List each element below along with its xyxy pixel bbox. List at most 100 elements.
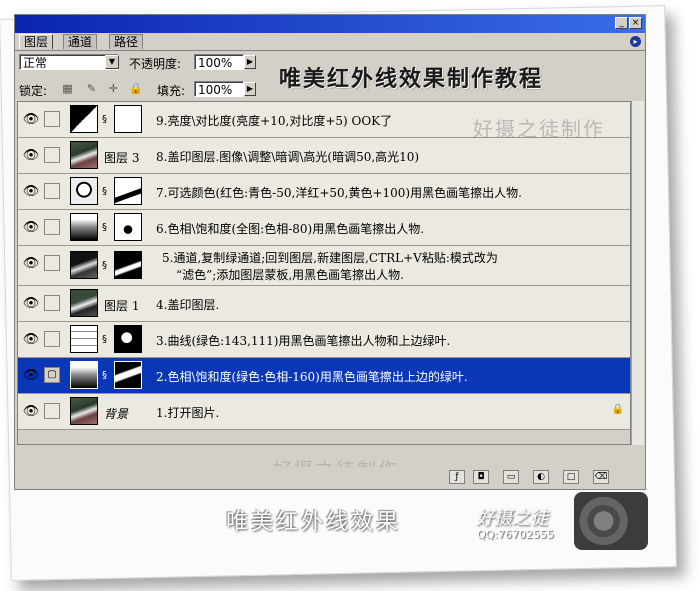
- opacity-input[interactable]: 100%: [194, 54, 244, 70]
- author-qq: QQ:76702555: [477, 528, 555, 541]
- layer-description-line2: “滤色”;添加图层蒙板,用黑色画笔擦出人物.: [176, 268, 404, 282]
- link-icon: §: [102, 260, 107, 271]
- lock-paint-icon[interactable]: ✎: [85, 82, 98, 95]
- layer-description: 9.亮度\对比度(亮度+10,对比度+5) OOK了: [156, 114, 393, 128]
- layer-row[interactable]: 👁 § 5.通道,复制绿通道;回到图层,新建图层,CTRL+V粘贴:模式改为 “…: [18, 246, 630, 286]
- layer-name[interactable]: 图层 3: [104, 149, 139, 166]
- layer-description: 3.曲线(绿色:143,111)用黑色画笔擦出人物和上边绿叶.: [156, 334, 451, 348]
- palette-titlebar: _ ×: [15, 15, 645, 33]
- tutorial-title: 唯美红外线效果制作教程: [279, 66, 544, 92]
- palette-toolbar: ƒ ◘ ▭ ◐ □ ⌫: [17, 467, 643, 487]
- footer-caption: 唯美红外线效果: [226, 510, 402, 535]
- eye-icon[interactable]: 👁: [22, 367, 40, 385]
- eye-icon[interactable]: 👁: [22, 331, 40, 349]
- watermark-top: 好摄之徒制作: [473, 117, 605, 141]
- layer-mask-thumb[interactable]: [114, 177, 142, 205]
- layer-mask-thumb[interactable]: [114, 251, 142, 279]
- author-logo: 好摄之徒: [476, 508, 548, 529]
- layer-link-box[interactable]: [44, 295, 60, 311]
- curves-icon[interactable]: [70, 325, 98, 353]
- eye-icon[interactable]: 👁: [22, 219, 40, 237]
- layer-link-box[interactable]: [44, 255, 60, 271]
- layer-thumb[interactable]: [70, 397, 98, 425]
- layer-name[interactable]: 图层 1: [104, 297, 139, 314]
- brightness-adjustment-icon[interactable]: [70, 105, 98, 133]
- lock-transparency-icon[interactable]: ▦: [61, 82, 74, 95]
- layer-row[interactable]: 👁 图层 3 8.盖印图层.图像\调整\暗调\高光(暗调50,高光10): [18, 138, 630, 174]
- opacity-value: 100%: [198, 56, 233, 70]
- layer-description: 1.打开图片.: [156, 406, 220, 420]
- camera-photo: [574, 492, 648, 550]
- lock-icon: 🔒: [611, 404, 624, 415]
- opacity-slider-button[interactable]: ▶: [244, 55, 256, 69]
- layer-link-box[interactable]: [44, 403, 60, 419]
- opacity-label: 不透明度:: [129, 57, 182, 71]
- hue-saturation-icon[interactable]: [70, 213, 98, 241]
- layer-description: 7.可选颜色(红色:青色-50,洋红+50,黄色+100)用黑色画笔擦出人物.: [156, 186, 522, 200]
- tab-layers[interactable]: 图层: [19, 34, 54, 49]
- link-icon: §: [102, 222, 107, 233]
- fill-slider-button[interactable]: ▶: [244, 82, 256, 96]
- fill-input[interactable]: 100%: [194, 81, 244, 97]
- layer-description: 8.盖印图层.图像\调整\暗调\高光(暗调50,高光10): [156, 150, 420, 164]
- new-adjustment-icon[interactable]: ◐: [533, 470, 549, 484]
- layer-mask-thumb[interactable]: [114, 361, 142, 389]
- new-layer-icon[interactable]: □: [563, 470, 579, 484]
- palette-tabs: 图层 通道 路径 ▸: [15, 33, 645, 51]
- fill-label: 填充:: [157, 84, 186, 98]
- add-mask-icon[interactable]: ◘: [473, 470, 489, 484]
- trash-icon[interactable]: ⌫: [593, 470, 609, 484]
- layer-thumb[interactable]: [70, 251, 98, 279]
- link-icon: §: [102, 370, 107, 381]
- fill-value: 100%: [198, 83, 233, 97]
- layers-scrollbar[interactable]: [631, 101, 644, 445]
- layer-link-box[interactable]: [44, 111, 60, 127]
- layer-row[interactable]: 👁 图层 1 4.盖印图层.: [18, 286, 630, 322]
- layer-row[interactable]: 👁 背景 1.打开图片. 🔒: [18, 394, 630, 430]
- layer-row[interactable]: 👁 § 3.曲线(绿色:143,111)用黑色画笔擦出人物和上边绿叶.: [18, 322, 630, 358]
- layer-thumb[interactable]: [70, 141, 98, 169]
- eye-icon[interactable]: 👁: [22, 403, 40, 421]
- layer-link-box[interactable]: ▢: [44, 367, 60, 383]
- layer-mask-thumb[interactable]: [114, 213, 142, 241]
- tab-channels[interactable]: 通道: [63, 34, 98, 49]
- layer-mask-thumb[interactable]: [114, 325, 142, 353]
- eye-icon[interactable]: 👁: [22, 295, 40, 313]
- blend-mode-value: 正常: [23, 56, 48, 70]
- palette-menu-icon[interactable]: ▸: [630, 36, 641, 47]
- eye-icon[interactable]: 👁: [22, 183, 40, 201]
- close-button[interactable]: ×: [629, 17, 642, 29]
- new-group-icon[interactable]: ▭: [503, 470, 519, 484]
- layer-description: 4.盖印图层.: [156, 298, 220, 312]
- layer-description: 6.色相\饱和度(全图:色相-80)用黑色画笔擦出人物.: [156, 222, 425, 236]
- layer-link-box[interactable]: [44, 219, 60, 235]
- minimize-button[interactable]: _: [615, 17, 628, 29]
- layers-list: 👁 § 9.亮度\对比度(亮度+10,对比度+5) OOK了 👁 图层 3 8.…: [17, 101, 631, 445]
- chevron-down-icon[interactable]: ▼: [105, 55, 119, 69]
- layer-row[interactable]: 👁 § 6.色相\饱和度(全图:色相-80)用黑色画笔擦出人物.: [18, 210, 630, 246]
- lock-all-icon[interactable]: 🔒: [129, 82, 143, 95]
- layer-thumb[interactable]: [70, 289, 98, 317]
- eye-icon[interactable]: 👁: [22, 255, 40, 273]
- tab-paths[interactable]: 路径: [109, 34, 144, 49]
- layer-link-box[interactable]: [44, 183, 60, 199]
- lock-move-icon[interactable]: ✛: [107, 82, 120, 95]
- lock-label: 锁定:: [19, 84, 48, 98]
- layer-mask-thumb[interactable]: [114, 105, 142, 133]
- layer-link-box[interactable]: [44, 331, 60, 347]
- eye-icon[interactable]: 👁: [22, 111, 40, 129]
- link-icon: §: [102, 334, 107, 345]
- layer-row[interactable]: 👁 § 7.可选颜色(红色:青色-50,洋红+50,黄色+100)用黑色画笔擦出…: [18, 174, 630, 210]
- layer-row-selected[interactable]: 👁 ▢ § 2.色相\饱和度(绿色:色相-160)用黑色画笔擦出上边的绿叶.: [18, 358, 630, 394]
- blend-mode-select[interactable]: 正常: [19, 54, 119, 70]
- layer-name[interactable]: 背景: [104, 405, 128, 422]
- layers-palette: _ × 图层 通道 路径 ▸ 正常 ▼ 不透明度: 100% ▶ 锁定: ▦ ✎…: [14, 14, 646, 490]
- link-icon: §: [102, 114, 107, 125]
- hue-saturation-icon[interactable]: [70, 361, 98, 389]
- selective-color-icon[interactable]: [70, 177, 98, 205]
- layer-style-icon[interactable]: ƒ: [449, 470, 465, 484]
- layer-description: 2.色相\饱和度(绿色:色相-160)用黑色画笔擦出上边的绿叶.: [156, 370, 468, 384]
- layer-description: 5.通道,复制绿通道;回到图层,新建图层,CTRL+V粘贴:模式改为: [162, 251, 498, 265]
- layer-link-box[interactable]: [44, 147, 60, 163]
- eye-icon[interactable]: 👁: [22, 147, 40, 165]
